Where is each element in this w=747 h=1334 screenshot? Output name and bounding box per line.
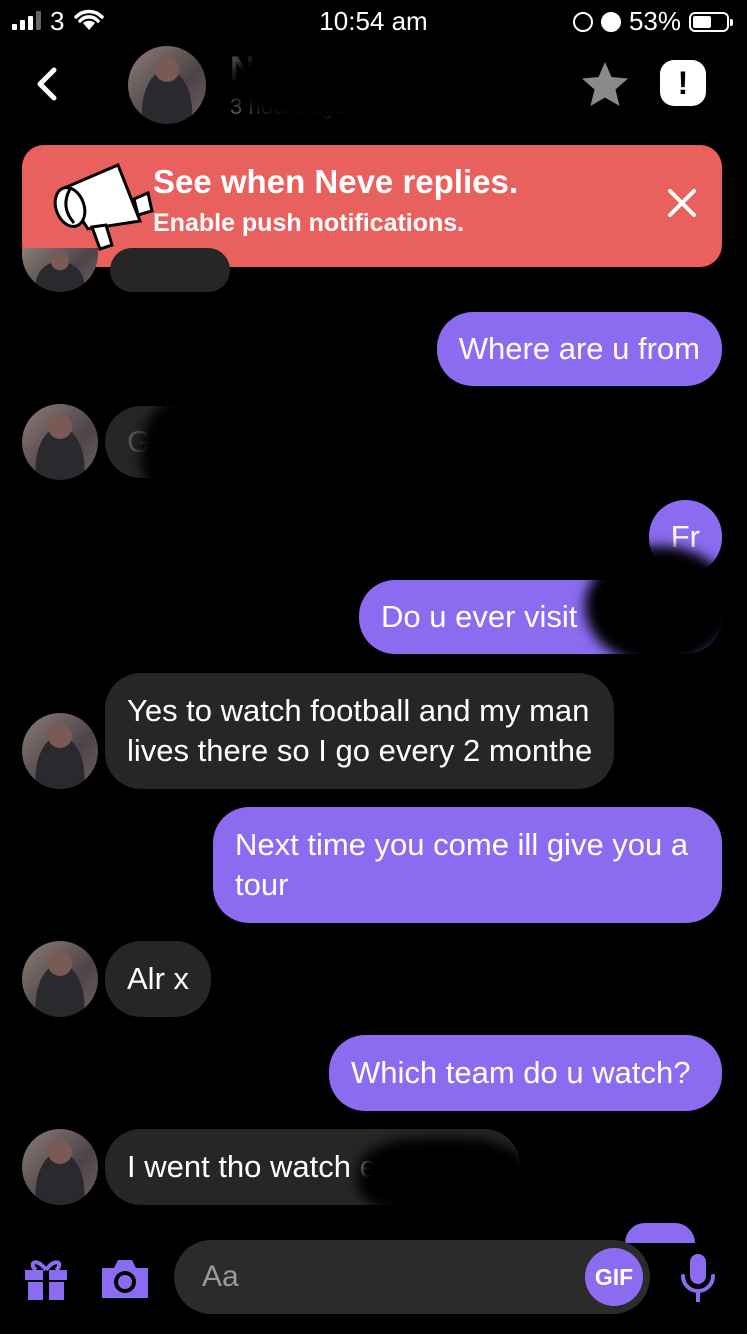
battery-percent: 53% [628, 6, 681, 36]
avatar[interactable] [22, 941, 98, 1017]
message-line: Next time you come ill give you a [235, 827, 689, 862]
message-line: lives there so I go every 2 monthe [127, 733, 593, 768]
back-chevron-icon[interactable] [28, 64, 68, 104]
message-bubble-outgoing[interactable]: Next time you come ill give you a tour [213, 807, 722, 923]
star-icon[interactable] [578, 58, 632, 112]
redaction-scribble [140, 388, 270, 518]
orientation-lock-icon [572, 11, 593, 32]
chat-header: Neve 3 hours ago ! [0, 42, 747, 134]
battery-icon [689, 11, 733, 32]
avatar[interactable] [22, 713, 98, 789]
avatar [22, 248, 98, 292]
message-input[interactable] [174, 1240, 650, 1314]
message-list[interactable]: Where are u from G Fr Do u ever visit Ye… [0, 248, 747, 1243]
redaction-scribble [585, 546, 735, 666]
message-line: tour [235, 867, 289, 902]
microphone-icon[interactable] [680, 1252, 716, 1306]
message-bubble-incoming[interactable]: Alr x [105, 941, 211, 1017]
message-bubble-partial [110, 248, 230, 292]
close-icon[interactable] [666, 187, 698, 219]
message-bubble-incoming[interactable]: Yes to watch football and my man lives t… [105, 673, 615, 789]
redaction-scribble [228, 42, 398, 122]
message-composer: GIF [0, 1232, 747, 1334]
banner-title: See when Neve replies. [153, 163, 519, 200]
message-line: Yes to watch football and my man [127, 693, 590, 728]
message-bubble-outgoing[interactable]: Which team do u watch? [329, 1035, 722, 1111]
redaction-scribble [358, 1138, 528, 1216]
banner-subtitle: Enable push notifications. [153, 209, 465, 237]
alarm-icon [600, 11, 621, 32]
avatar[interactable] [22, 404, 98, 480]
avatar[interactable] [22, 1129, 98, 1205]
megaphone-icon [53, 163, 154, 251]
contact-avatar[interactable] [128, 46, 206, 124]
status-bar: 3 10:54 am 53% [0, 0, 747, 44]
report-icon[interactable]: ! [660, 60, 706, 106]
message-bubble-outgoing[interactable]: Where are u from [436, 312, 722, 386]
gift-icon[interactable] [22, 1254, 70, 1302]
gif-button[interactable]: GIF [585, 1248, 643, 1306]
camera-icon[interactable] [98, 1256, 152, 1302]
